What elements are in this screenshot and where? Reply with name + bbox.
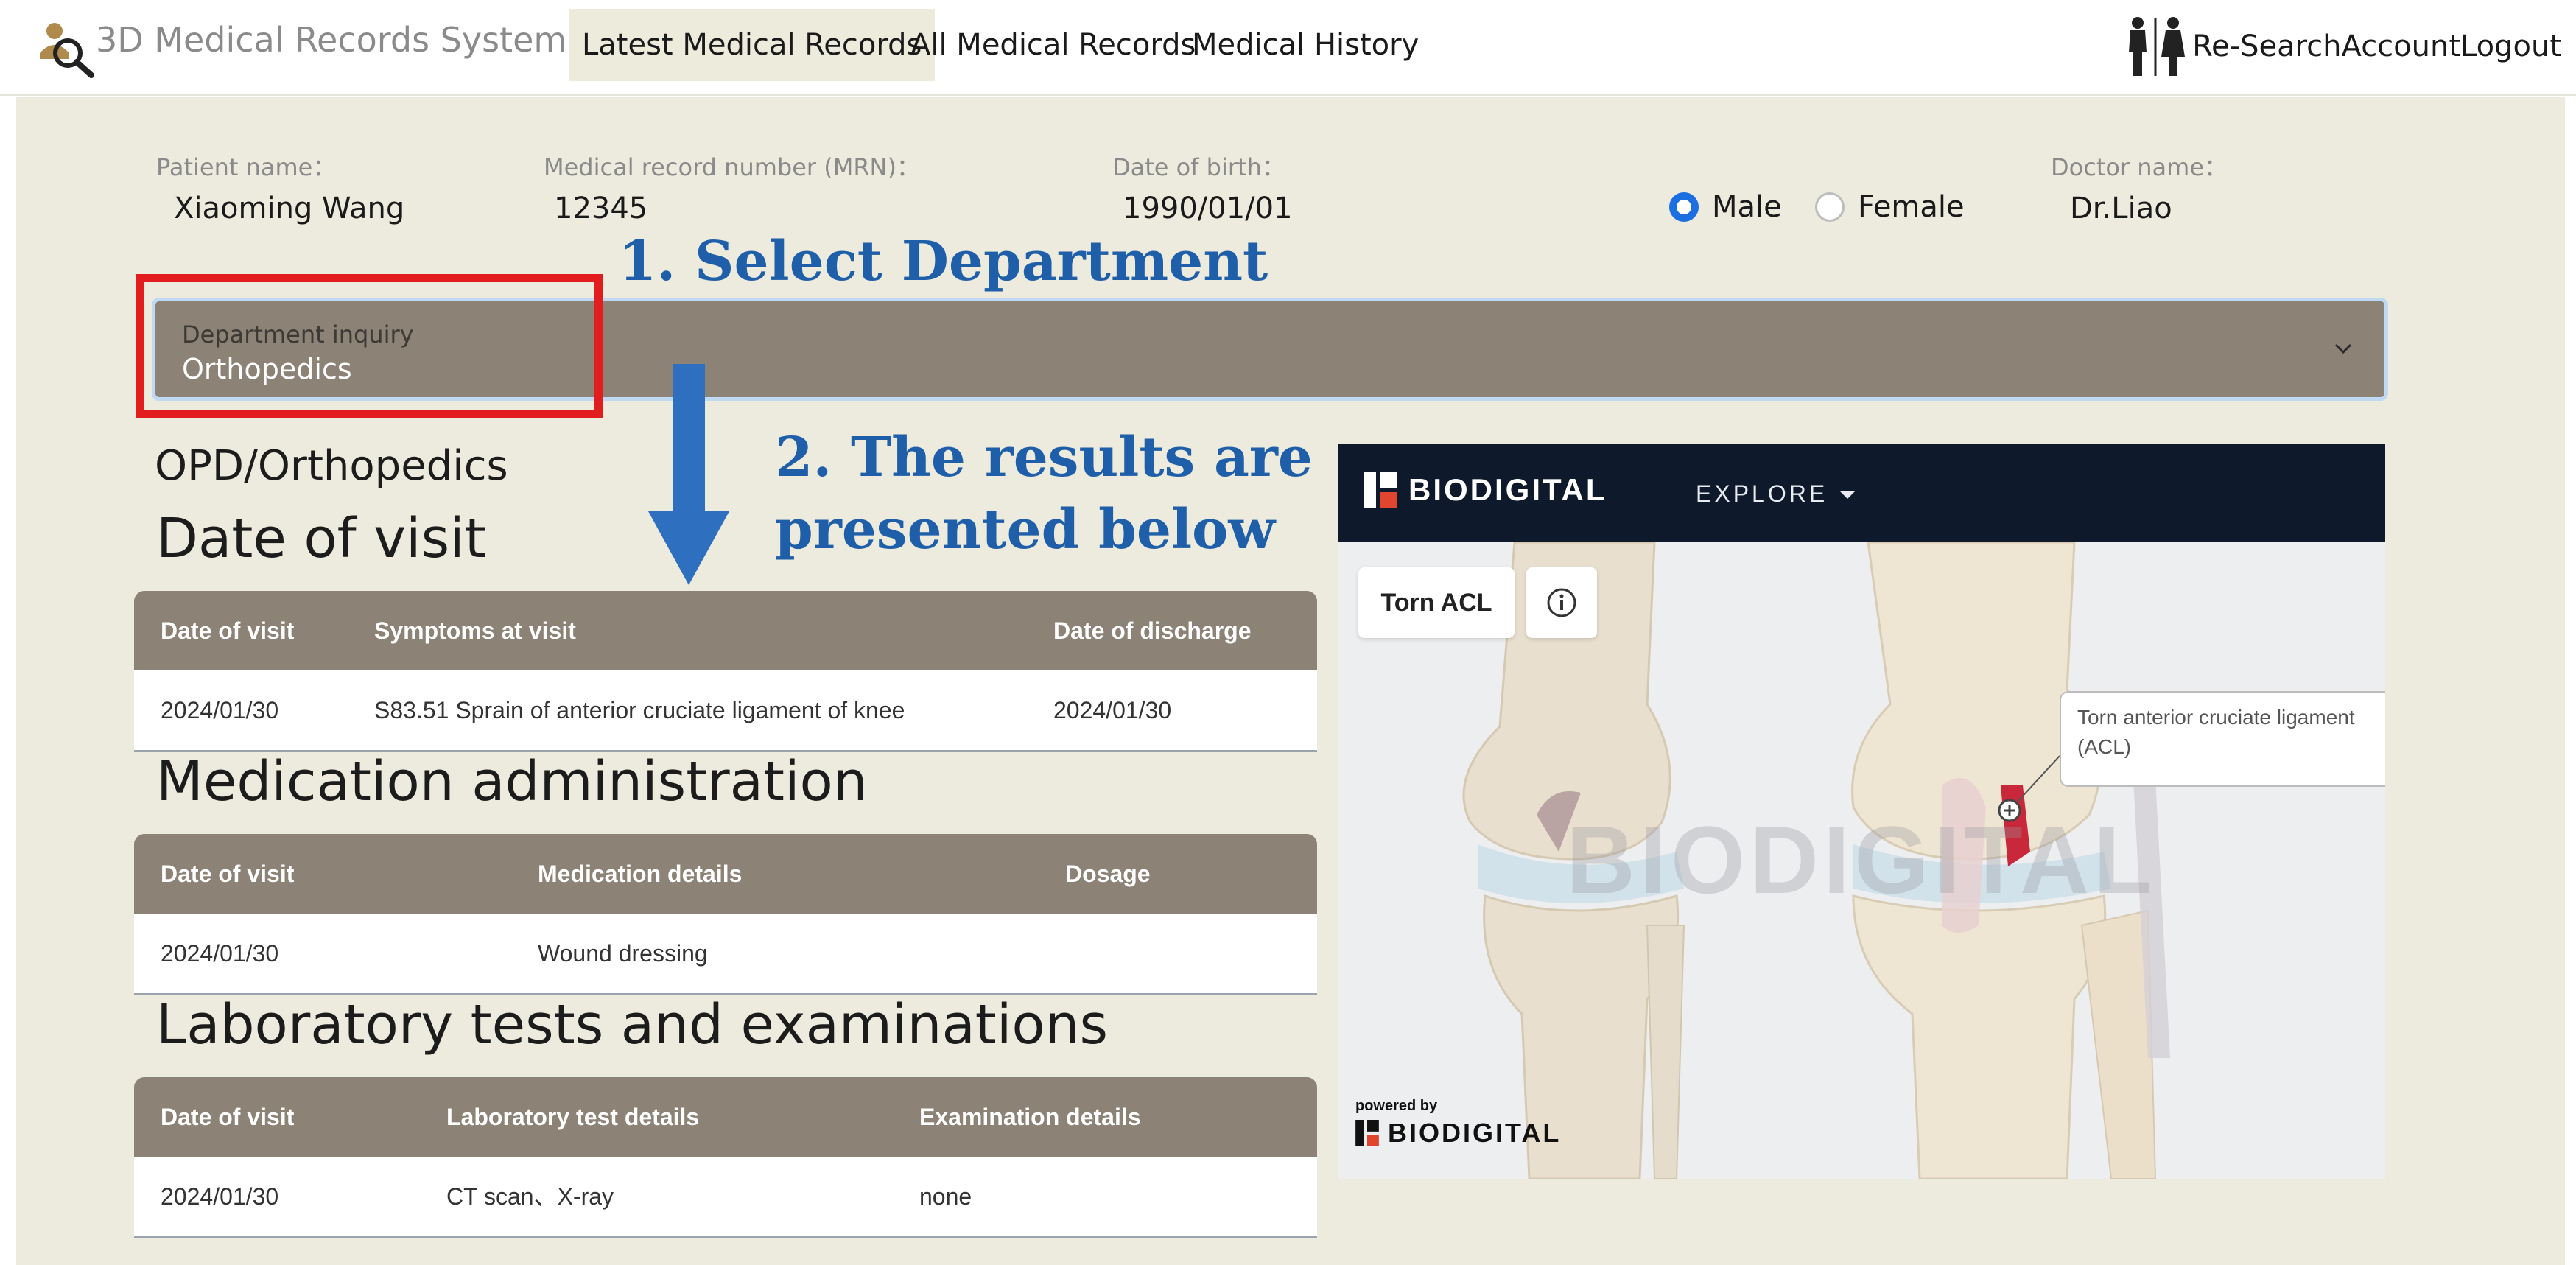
patient-name-value: Xiaoming Wang (174, 192, 405, 225)
table-cell: 2024/01/30 (161, 940, 279, 967)
biodigital-brand-text: BIODIGITAL (1408, 472, 1607, 507)
column-header: Medication details (538, 861, 743, 887)
table-cell: 2024/01/30 (161, 697, 279, 723)
chevron-down-icon (2334, 343, 2352, 354)
medication-table: Date of visit Medication details Dosage … (134, 834, 1317, 995)
account-nav: Re-Search Account Logout (2121, 15, 2561, 78)
table-row[interactable]: 2024/01/30 CT scan、X-ray none (134, 1157, 1317, 1238)
table-cell: Wound dressing (538, 940, 708, 967)
dob-label: Date of birth： (1112, 153, 1285, 181)
powered-by-badge: powered by BIODIGITAL (1355, 1098, 1561, 1149)
patients-icon (2129, 17, 2186, 76)
tab-all-medical-records[interactable]: All Medical Records (897, 9, 1209, 81)
table-header: Date of visit Medication details Dosage (134, 834, 1317, 914)
lab-section-title: Laboratory tests and examinations (156, 993, 1109, 1056)
dob-value: 1990/01/01 (1123, 192, 1293, 225)
male-radio[interactable] (1669, 192, 1699, 222)
column-header: Date of visit (161, 861, 295, 887)
callout-title: Torn anterior cruciate ligament (2077, 706, 2355, 729)
powered-by-label: powered by (1355, 1098, 1438, 1114)
biodigital-logo: BIODIGITAL (1364, 472, 1607, 508)
logout-link[interactable]: Logout (2460, 29, 2561, 63)
caret-down-icon (1839, 490, 1856, 499)
table-cell: CT scan、X-ray (446, 1183, 614, 1210)
lab-table: Date of visit Laboratory test details Ex… (134, 1077, 1317, 1238)
step2-annotation-line2: presented below (775, 498, 1276, 561)
torn-acl-button[interactable]: Torn ACL (1358, 567, 1515, 638)
biodigital-mark-icon (1364, 472, 1397, 508)
step1-annotation: 1. Select Department (619, 230, 1268, 293)
column-header: Symptoms at visit (374, 617, 576, 644)
column-header: Date of visit (161, 1104, 295, 1130)
biodigital-3d-viewer[interactable]: BIODIGITAL EXPLORE BIODIGITAL Torn ACL T… (1338, 444, 2385, 1179)
mrn-value: 12345 (554, 192, 648, 225)
re-search-link[interactable]: Re-Search (2192, 29, 2341, 63)
top-nav-bar: 3D Medical Records System Latest Medical… (0, 0, 2576, 96)
column-header: Examination details (919, 1104, 1141, 1130)
column-header: Date of visit (161, 617, 295, 644)
callout-subtitle: (ACL) (2077, 735, 2132, 758)
tab-medical-history[interactable]: Medical History (1179, 9, 1432, 81)
opd-heading: OPD/Orthopedics (155, 442, 508, 490)
biodigital-mark-icon (1355, 1120, 1379, 1146)
app-title: 3D Medical Records System (96, 20, 567, 60)
table-cell: 2024/01/30 (1053, 697, 1172, 723)
viewer-toolbar: BIODIGITAL EXPLORE (1338, 444, 2385, 542)
mrn-label: Medical record number (MRN)： (544, 153, 920, 181)
explore-menu[interactable]: EXPLORE (1696, 480, 1857, 508)
step2-annotation-line1: 2. The results are (775, 426, 1313, 489)
biodigital-watermark: BIODIGITAL (1566, 806, 2157, 914)
info-icon (1547, 588, 1576, 617)
down-arrow-icon (648, 364, 729, 585)
doctor-name-value: Dr.Liao (2070, 192, 2172, 225)
male-label: Male (1712, 190, 1782, 224)
doctor-name-label: Doctor name： (2051, 153, 2228, 181)
annotation-callout: Torn anterior cruciate ligament (ACL) (2060, 691, 2385, 787)
table-header: Date of visit Laboratory test details Ex… (134, 1077, 1317, 1157)
table-cell: none (919, 1183, 972, 1210)
table-cell: S83.51 Sprain of anterior cruciate ligam… (374, 697, 905, 723)
column-header: Date of discharge (1053, 617, 1252, 644)
female-label: Female (1858, 190, 1965, 224)
highlight-box (136, 274, 603, 418)
table-row[interactable]: 2024/01/30 S83.51 Sprain of anterior cru… (134, 670, 1317, 752)
powered-by-brand: BIODIGITAL (1355, 1118, 1561, 1149)
visit-section-title: Date of visit (156, 507, 486, 570)
table-row[interactable]: 2024/01/30 Wound dressing (134, 914, 1317, 995)
column-header: Dosage (1065, 861, 1151, 887)
gender-female-option[interactable]: Female (1815, 190, 1965, 224)
female-radio[interactable] (1815, 192, 1845, 222)
medical-search-logo-icon (40, 23, 94, 78)
medication-section-title: Medication administration (156, 750, 868, 813)
info-button[interactable] (1526, 567, 1597, 638)
account-link[interactable]: Account (2342, 29, 2461, 63)
table-cell: 2024/01/30 (161, 1183, 279, 1210)
column-header: Laboratory test details (446, 1104, 700, 1130)
visits-table: Date of visit Symptoms at visit Date of … (134, 591, 1317, 752)
tab-latest-medical-records[interactable]: Latest Medical Records (569, 9, 936, 81)
table-header: Date of visit Symptoms at visit Date of … (134, 591, 1317, 670)
powered-by-brand-text: BIODIGITAL (1388, 1118, 1562, 1148)
patient-name-label: Patient name： (156, 153, 337, 181)
explore-label: EXPLORE (1696, 480, 1828, 507)
gender-male-option[interactable]: Male (1669, 190, 1782, 224)
